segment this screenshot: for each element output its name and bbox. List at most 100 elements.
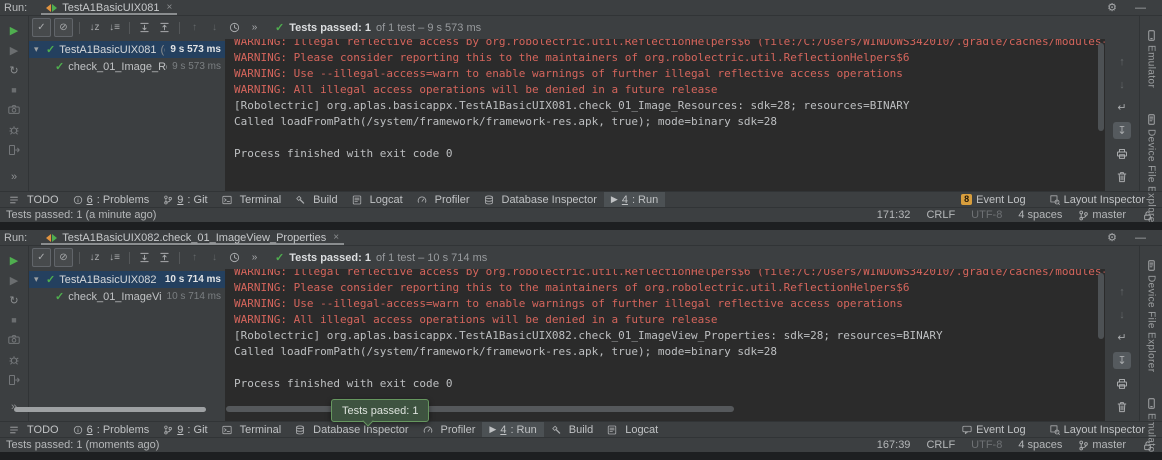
clear-all-button[interactable] [1113,168,1131,185]
unlock-icon[interactable] [1142,440,1153,451]
toolwindow-git-button[interactable]: 9: Git [156,192,214,207]
stop-button[interactable]: ■ [0,310,28,330]
file-encoding[interactable]: UTF-8 [971,209,1002,221]
toolwindow-problems-button[interactable]: 6: Problems [66,422,157,437]
toolwindow-build-button[interactable]: Build [288,192,344,207]
rerun-button[interactable]: ▶ [0,250,28,270]
test-tree-child-row[interactable]: ✓ check_01_Image_Resources 9 s 573 ms [29,58,225,75]
unlock-icon[interactable] [1142,210,1153,221]
event-log-button[interactable]: Event Log [955,422,1033,437]
next-occurrence-button[interactable]: ↓ [206,19,223,36]
down-stacktrace-button[interactable]: ↓ [1113,76,1131,93]
event-log-button[interactable]: 8Event Log [954,192,1033,207]
hide-window-icon[interactable]: — [1135,2,1146,14]
scroll-to-end-button[interactable]: ↧ [1113,122,1131,139]
test-tree-root-row[interactable]: ▾ ✓ TestA1BasicUIX081(org.aplas.basica 9… [29,41,225,58]
stop-button[interactable]: ■ [0,80,28,100]
collapse-all-button[interactable] [156,249,173,266]
previous-occurrence-button[interactable]: ↑ [186,19,203,36]
rerun-failed-tests-button[interactable]: ▶ [0,40,28,60]
toolwindow-run-button[interactable]: ▶4: Run [604,192,665,207]
toolbar-more-button[interactable]: » [246,249,263,266]
collapse-all-button[interactable] [156,19,173,36]
tree-horizontal-scrollbar[interactable] [14,407,206,412]
expand-all-button[interactable] [136,19,153,36]
emulator-tool-button[interactable]: Emulator [1146,30,1157,88]
console-vertical-scrollbar[interactable] [1098,273,1104,339]
show-ignored-button[interactable]: ⊘ [54,248,73,267]
toolwindow-logcat-button[interactable]: Logcat [600,422,665,437]
toolwindow-todo-button[interactable]: TODO [2,192,66,207]
print-button[interactable] [1113,145,1131,162]
down-stacktrace-button[interactable]: ↓ [1113,306,1131,323]
rerun-failed-tests-button[interactable]: ▶ [0,270,28,290]
up-stacktrace-button[interactable]: ↑ [1113,53,1131,70]
show-ignored-button[interactable]: ⊘ [54,18,73,37]
soft-wrap-button[interactable]: ↵ [1113,99,1131,116]
attach-debugger-button[interactable] [0,350,28,370]
toolwindow-git-button[interactable]: 9: Git [156,422,214,437]
hide-window-icon[interactable]: — [1135,232,1146,244]
toolwindow-terminal-button[interactable]: Terminal [215,422,289,437]
clear-all-button[interactable] [1113,398,1131,415]
sort-by-duration-button[interactable]: ↓≡ [106,19,123,36]
screenshot-button[interactable] [0,330,28,350]
close-tab-icon[interactable]: × [333,232,339,243]
line-ending[interactable]: CRLF [926,209,955,221]
show-passed-button[interactable]: ✓ [32,248,51,267]
toggle-auto-test-button[interactable]: ↻ [0,290,28,310]
sort-alphabetically-button[interactable]: ↓z [86,19,103,36]
import-tests-button[interactable] [0,370,28,390]
previous-occurrence-button[interactable]: ↑ [186,249,203,266]
soft-wrap-button[interactable]: ↵ [1113,329,1131,346]
file-encoding[interactable]: UTF-8 [971,439,1002,451]
caret-position[interactable]: 171:32 [877,209,911,221]
settings-gear-icon[interactable]: ⚙ [1107,1,1117,14]
line-ending[interactable]: CRLF [926,439,955,451]
toolwindow-profiler-button[interactable]: Profiler [416,422,483,437]
more-options-button[interactable]: » [0,167,28,187]
chevron-down-icon[interactable]: ▾ [34,44,46,55]
chevron-down-icon[interactable]: ▾ [34,274,46,285]
test-history-button[interactable] [226,249,243,266]
test-tree-root-row[interactable]: ▾ ✓ TestA1BasicUIX082(org.aplas.basica 1… [29,271,225,288]
import-tests-button[interactable] [0,140,28,160]
toolwindow-run-button[interactable]: ▶4: Run [482,422,543,437]
console-horizontal-scrollbar[interactable] [226,406,734,412]
attach-debugger-button[interactable] [0,120,28,140]
rerun-button[interactable]: ▶ [0,20,28,40]
toolwindow-database-inspector-button[interactable]: Database Inspector [288,422,415,437]
run-tab[interactable]: TestA1BasicUIX082.check_01_ImageView_Pro… [41,230,344,245]
git-branch-widget[interactable]: master [1078,439,1126,451]
sort-alphabetically-button[interactable]: ↓z [86,249,103,266]
toolwindow-build-button[interactable]: Build [544,422,600,437]
git-branch-widget[interactable]: master [1078,209,1126,221]
up-stacktrace-button[interactable]: ↑ [1113,283,1131,300]
test-history-button[interactable] [226,19,243,36]
indent-setting[interactable]: 4 spaces [1018,439,1062,451]
test-tree-child-row[interactable]: ✓ check_01_ImageView_Properties 10 s 714… [29,288,225,305]
toolbar-more-button[interactable]: » [246,19,263,36]
show-passed-button[interactable]: ✓ [32,18,51,37]
settings-gear-icon[interactable]: ⚙ [1107,231,1117,244]
screenshot-button[interactable] [0,100,28,120]
toolwindow-todo-button[interactable]: TODO [2,422,66,437]
toolwindow-database-inspector-button[interactable]: Database Inspector [477,192,604,207]
console-vertical-scrollbar[interactable] [1098,43,1104,131]
device-file-explorer-tool-button[interactable]: Device File Explorer [1146,260,1157,372]
close-tab-icon[interactable]: × [166,2,172,13]
next-occurrence-button[interactable]: ↓ [206,249,223,266]
layout-inspector-button[interactable]: Layout Inspector [1043,422,1152,437]
sort-by-duration-button[interactable]: ↓≡ [106,249,123,266]
expand-all-button[interactable] [136,249,153,266]
toggle-auto-test-button[interactable]: ↻ [0,60,28,80]
scroll-to-end-button[interactable]: ↧ [1113,352,1131,369]
toolwindow-logcat-button[interactable]: Logcat [345,192,410,207]
toolwindow-profiler-button[interactable]: Profiler [410,192,477,207]
toolwindow-problems-button[interactable]: 6: Problems [66,192,157,207]
layout-inspector-button[interactable]: Layout Inspector [1043,192,1152,207]
toolwindow-terminal-button[interactable]: Terminal [215,192,289,207]
caret-position[interactable]: 167:39 [877,439,911,451]
print-button[interactable] [1113,375,1131,392]
indent-setting[interactable]: 4 spaces [1018,209,1062,221]
